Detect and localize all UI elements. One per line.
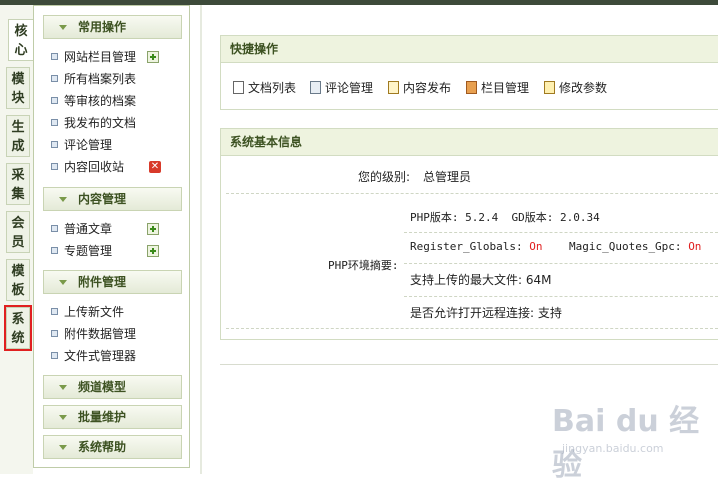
- quick-ops-panel: 快捷操作: [220, 35, 718, 110]
- document-icon: [233, 81, 244, 94]
- tab-generate[interactable]: 生成: [6, 115, 30, 157]
- section-channel-model[interactable]: 频道模型: [43, 375, 182, 399]
- menu-item-my-documents[interactable]: 我发布的文档: [51, 112, 136, 134]
- row-divider: [404, 263, 718, 264]
- clear-recycle-icon[interactable]: ✕: [149, 161, 161, 173]
- add-column-icon[interactable]: [147, 51, 159, 63]
- chevron-down-icon: [59, 385, 67, 390]
- section-system-help[interactable]: 系统帮助: [43, 435, 182, 459]
- chevron-down-icon: [59, 280, 67, 285]
- globals-row: Register_Globals: On Magic_Quotes_Gpc: O…: [410, 240, 702, 253]
- comment-icon: [310, 81, 321, 94]
- menu-item-all-archives[interactable]: 所有档案列表: [51, 68, 136, 90]
- menu-item-comments[interactable]: 评论管理: [51, 134, 112, 156]
- menu-item-attachment-data[interactable]: 附件数据管理: [51, 323, 136, 345]
- upload-limit: 支持上传的最大文件: 64M: [410, 273, 552, 287]
- php-version: PHP版本: 5.2.4 GD版本: 2.0.34: [410, 211, 600, 224]
- sidebar-menu: 常用操作 网站栏目管理 所有档案列表 等审核的档案 我发布的文档 评论管理 内容…: [33, 5, 190, 468]
- menu-item-file-manager[interactable]: 文件式管理器: [51, 345, 136, 367]
- row-divider: [226, 193, 718, 194]
- tab-template[interactable]: 模板: [6, 259, 30, 301]
- menu-item-recycle-bin[interactable]: 内容回收站: [51, 156, 124, 178]
- bullet-icon: [51, 163, 58, 170]
- section-batch-maintain[interactable]: 批量维护: [43, 405, 182, 429]
- section-content-manage[interactable]: 内容管理: [43, 187, 182, 211]
- quick-link-params[interactable]: 修改参数: [544, 79, 607, 97]
- watermark-logo: Bai du 经验 jingyan.baidu.com: [552, 404, 700, 483]
- edit-icon: [388, 81, 399, 94]
- bottom-rule: [220, 364, 718, 365]
- row-divider: [404, 232, 718, 233]
- quick-ops-title: 快捷操作: [221, 36, 718, 63]
- bullet-icon: [51, 53, 58, 60]
- quick-link-columns[interactable]: 栏目管理: [466, 79, 529, 97]
- quick-link-publish[interactable]: 内容发布: [388, 79, 451, 97]
- chevron-down-icon: [59, 445, 67, 450]
- edit-icon: [544, 81, 555, 94]
- vertical-tab-strip: 核心 模块 生成 采集 会员 模板 系统: [0, 5, 34, 474]
- tab-module[interactable]: 模块: [6, 67, 30, 109]
- menu-item-topics[interactable]: 专题管理: [51, 240, 112, 262]
- menu-item-column-manage[interactable]: 网站栏目管理: [51, 46, 136, 68]
- row-divider: [226, 328, 718, 329]
- quick-link-doc-list[interactable]: 文档列表: [233, 79, 296, 97]
- divider: [200, 5, 202, 474]
- bullet-icon: [51, 141, 58, 148]
- bullet-icon: [51, 97, 58, 104]
- quick-link-comments[interactable]: 评论管理: [310, 79, 373, 97]
- section-common-ops[interactable]: 常用操作: [43, 15, 182, 39]
- tab-core[interactable]: 核心: [8, 19, 34, 61]
- system-info-title: 系统基本信息: [221, 129, 718, 156]
- row-divider: [404, 296, 718, 297]
- remote-connection: 是否允许打开远程连接: 支持: [410, 306, 562, 320]
- menu-item-pending-archives[interactable]: 等审核的档案: [51, 90, 136, 112]
- tab-system[interactable]: 系统: [4, 305, 32, 351]
- env-label: PHP环境摘要:: [328, 259, 399, 272]
- bullet-icon: [51, 308, 58, 315]
- tab-member[interactable]: 会员: [6, 211, 30, 253]
- bullet-icon: [51, 247, 58, 254]
- chevron-down-icon: [59, 415, 67, 420]
- chevron-down-icon: [59, 197, 67, 202]
- bullet-icon: [51, 225, 58, 232]
- add-article-icon[interactable]: [147, 223, 159, 235]
- bullet-icon: [51, 75, 58, 82]
- level-label: 您的级别:: [358, 170, 411, 184]
- menu-item-upload-file[interactable]: 上传新文件: [51, 301, 124, 323]
- level-value: 总管理员: [423, 170, 472, 184]
- bullet-icon: [51, 352, 58, 359]
- menu-item-articles[interactable]: 普通文章: [51, 218, 112, 240]
- bullet-icon: [51, 330, 58, 337]
- bullet-icon: [51, 119, 58, 126]
- books-icon: [466, 81, 477, 94]
- section-attachments[interactable]: 附件管理: [43, 270, 182, 294]
- chevron-down-icon: [59, 25, 67, 30]
- add-topic-icon[interactable]: [147, 245, 159, 257]
- tab-collect[interactable]: 采集: [6, 163, 30, 205]
